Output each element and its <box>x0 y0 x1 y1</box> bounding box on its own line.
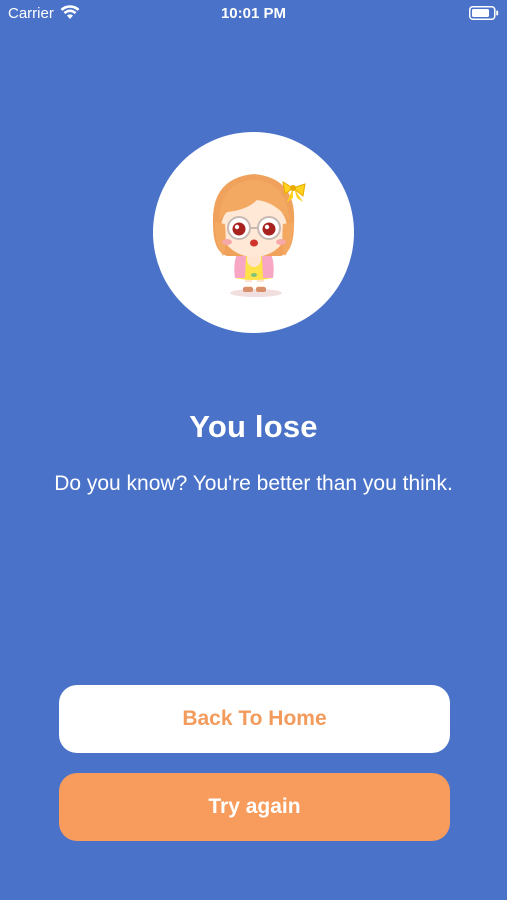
battery-icon <box>469 6 499 20</box>
result-title: You lose <box>189 409 318 444</box>
status-bar: Carrier 10:01 PM <box>0 0 507 28</box>
back-to-home-button[interactable]: Back To Home <box>59 685 450 753</box>
result-message: Do you know? You're better than you thin… <box>54 472 453 495</box>
status-time: 10:01 PM <box>220 5 287 22</box>
try-again-button[interactable]: Try again <box>59 773 450 841</box>
girl-character-icon <box>212 174 306 297</box>
avatar <box>153 132 354 333</box>
